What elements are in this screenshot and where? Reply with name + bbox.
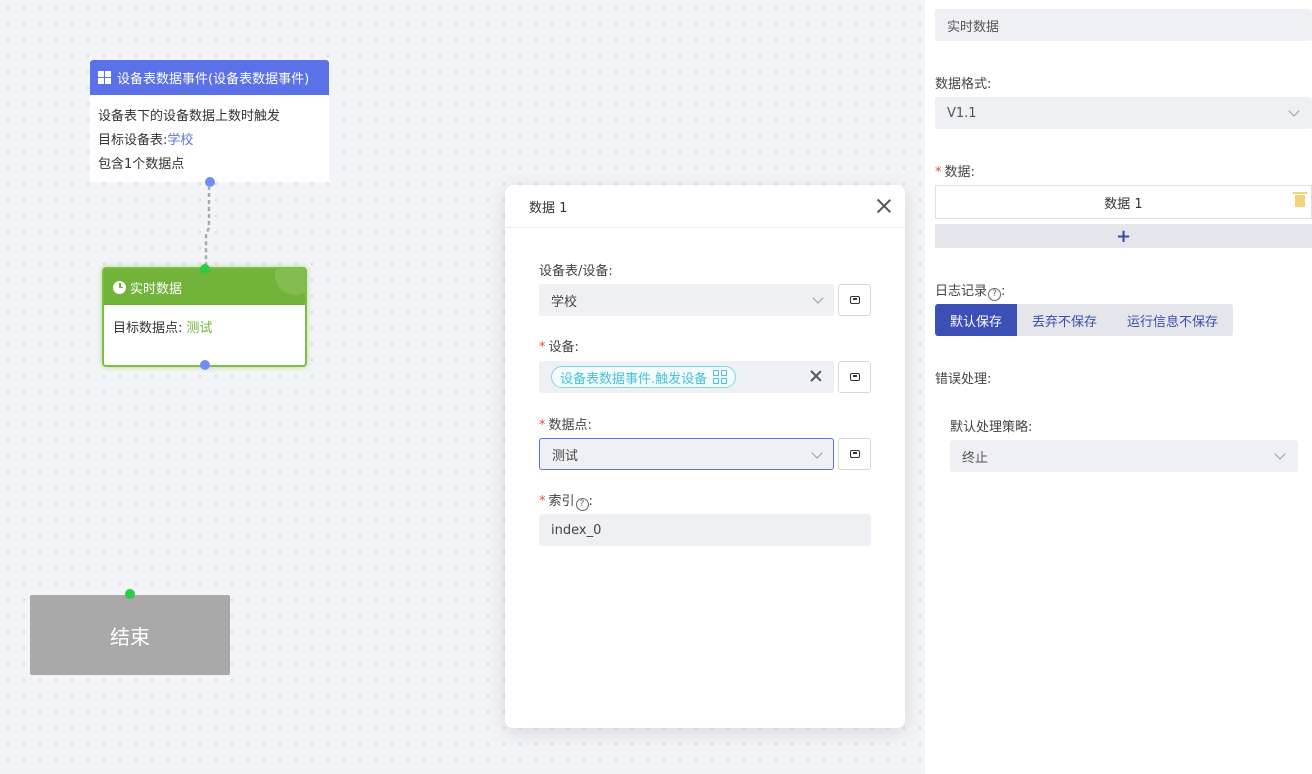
note-icon — [849, 450, 860, 458]
device-label: * 设备: — [539, 340, 579, 355]
event-node-body: 设备表下的设备数据上数时触发 目标设备表:学校 包含1个数据点 — [90, 95, 329, 187]
log-label: 日志记录?: — [935, 284, 1006, 301]
help-icon[interactable]: ? — [575, 497, 589, 511]
strategy-value: 终止 — [962, 450, 989, 466]
log-option-no-runtime-info[interactable]: 运行信息不保存 — [1112, 304, 1234, 336]
grid-icon — [98, 71, 111, 84]
event-node-title: 设备表数据事件(设备表数据事件) — [117, 72, 310, 87]
device-table-select[interactable]: 学校 — [539, 284, 834, 316]
event-node-target-table: 目标设备表:学校 — [98, 129, 321, 153]
end-node[interactable]: 结束 — [30, 595, 230, 675]
target-table-label: 目标设备表: — [98, 133, 168, 148]
realtime-node[interactable]: 实时数据 目标数据点: 测试 — [102, 267, 307, 367]
node-name-input[interactable]: 实时数据 — [935, 9, 1312, 41]
format-label: 数据格式: — [935, 77, 992, 92]
format-value: V1.1 — [947, 105, 977, 121]
trash-icon[interactable] — [1293, 192, 1307, 207]
device-table-note-button[interactable] — [838, 284, 871, 316]
event-node-description: 设备表下的设备数据上数时触发 — [98, 109, 281, 124]
end-node-input-port[interactable] — [125, 589, 135, 599]
dialog-title: 数据 1 — [529, 200, 568, 216]
datapoint-select[interactable]: 测试 — [539, 438, 834, 470]
log-option-discard[interactable]: 丢弃不保存 — [1017, 304, 1113, 336]
log-option-default-save[interactable]: 默认保存 — [935, 304, 1018, 336]
chevron-down-icon — [1288, 105, 1300, 117]
error-handling-label: 错误处理: — [935, 372, 992, 387]
datapoint-note-button[interactable] — [838, 438, 871, 470]
node-name-value: 实时数据 — [947, 19, 1000, 35]
device-table-value: 学校 — [551, 294, 578, 310]
index-label: * 索引?: — [539, 494, 593, 511]
strategy-select[interactable]: 终止 — [950, 440, 1298, 472]
end-node-label: 结束 — [110, 624, 150, 649]
event-node[interactable]: 设备表数据事件(设备表数据事件) 设备表下的设备数据上数时触发 目标设备表:学校… — [90, 60, 329, 182]
index-value: index_0 — [551, 522, 602, 538]
target-datapoint-value: 测试 — [186, 321, 213, 336]
device-tag-label: 设备表数据事件.触发设备 — [560, 371, 708, 387]
index-input[interactable]: index_0 — [539, 514, 871, 546]
add-data-button[interactable]: + — [935, 224, 1312, 248]
event-node-header: 设备表数据事件(设备表数据事件) — [90, 60, 329, 95]
clear-icon[interactable] — [810, 370, 822, 382]
chevron-down-icon — [812, 292, 824, 304]
target-datapoint-label: 目标数据点: — [113, 321, 183, 336]
chevron-down-icon — [1274, 448, 1286, 460]
target-table-link[interactable]: 学校 — [167, 133, 193, 148]
note-icon — [849, 296, 860, 304]
data-item-label: 数据 1 — [1104, 196, 1143, 212]
realtime-node-output-port[interactable] — [200, 360, 210, 370]
datapoint-value: 测试 — [552, 448, 579, 464]
device-note-button[interactable] — [838, 361, 871, 393]
strategy-label: 默认处理策略: — [950, 420, 1033, 435]
connector-line — [204, 186, 211, 266]
event-node-datapoint-count: 包含1个数据点 — [98, 157, 185, 172]
realtime-node-header: 实时数据 — [104, 269, 305, 305]
realtime-node-title: 实时数据 — [130, 281, 183, 297]
data-dialog: 数据 1 设备表/设备: 学校 * 设备: 设备表数据事件.触发设备 * 数据点: … — [505, 185, 905, 728]
realtime-node-input-port[interactable] — [200, 264, 210, 274]
data-label: * 数据: — [935, 165, 975, 180]
dialog-header: 数据 1 — [505, 185, 905, 228]
note-icon — [849, 373, 860, 381]
chevron-down-icon — [811, 447, 823, 459]
grid-icon — [713, 370, 728, 384]
log-option-group: 默认保存 丢弃不保存 运行信息不保存 — [935, 304, 1234, 336]
close-icon[interactable] — [877, 199, 891, 213]
help-icon[interactable]: ? — [988, 287, 1002, 301]
plus-icon: + — [1115, 225, 1132, 247]
device-select[interactable]: 设备表数据事件.触发设备 — [539, 361, 834, 393]
properties-panel: 实时数据 数据格式: V1.1 * 数据: 数据 1 + 日志记录?: 默认保存 … — [925, 0, 1312, 774]
device-table-label: 设备表/设备: — [539, 264, 613, 279]
datapoint-label: * 数据点: — [539, 418, 592, 433]
data-list-item[interactable]: 数据 1 — [935, 185, 1312, 219]
format-select[interactable]: V1.1 — [935, 97, 1312, 129]
realtime-node-body: 目标数据点: 测试 — [104, 305, 305, 348]
device-tag[interactable]: 设备表数据事件.触发设备 — [551, 366, 737, 388]
clock-icon — [113, 280, 126, 294]
